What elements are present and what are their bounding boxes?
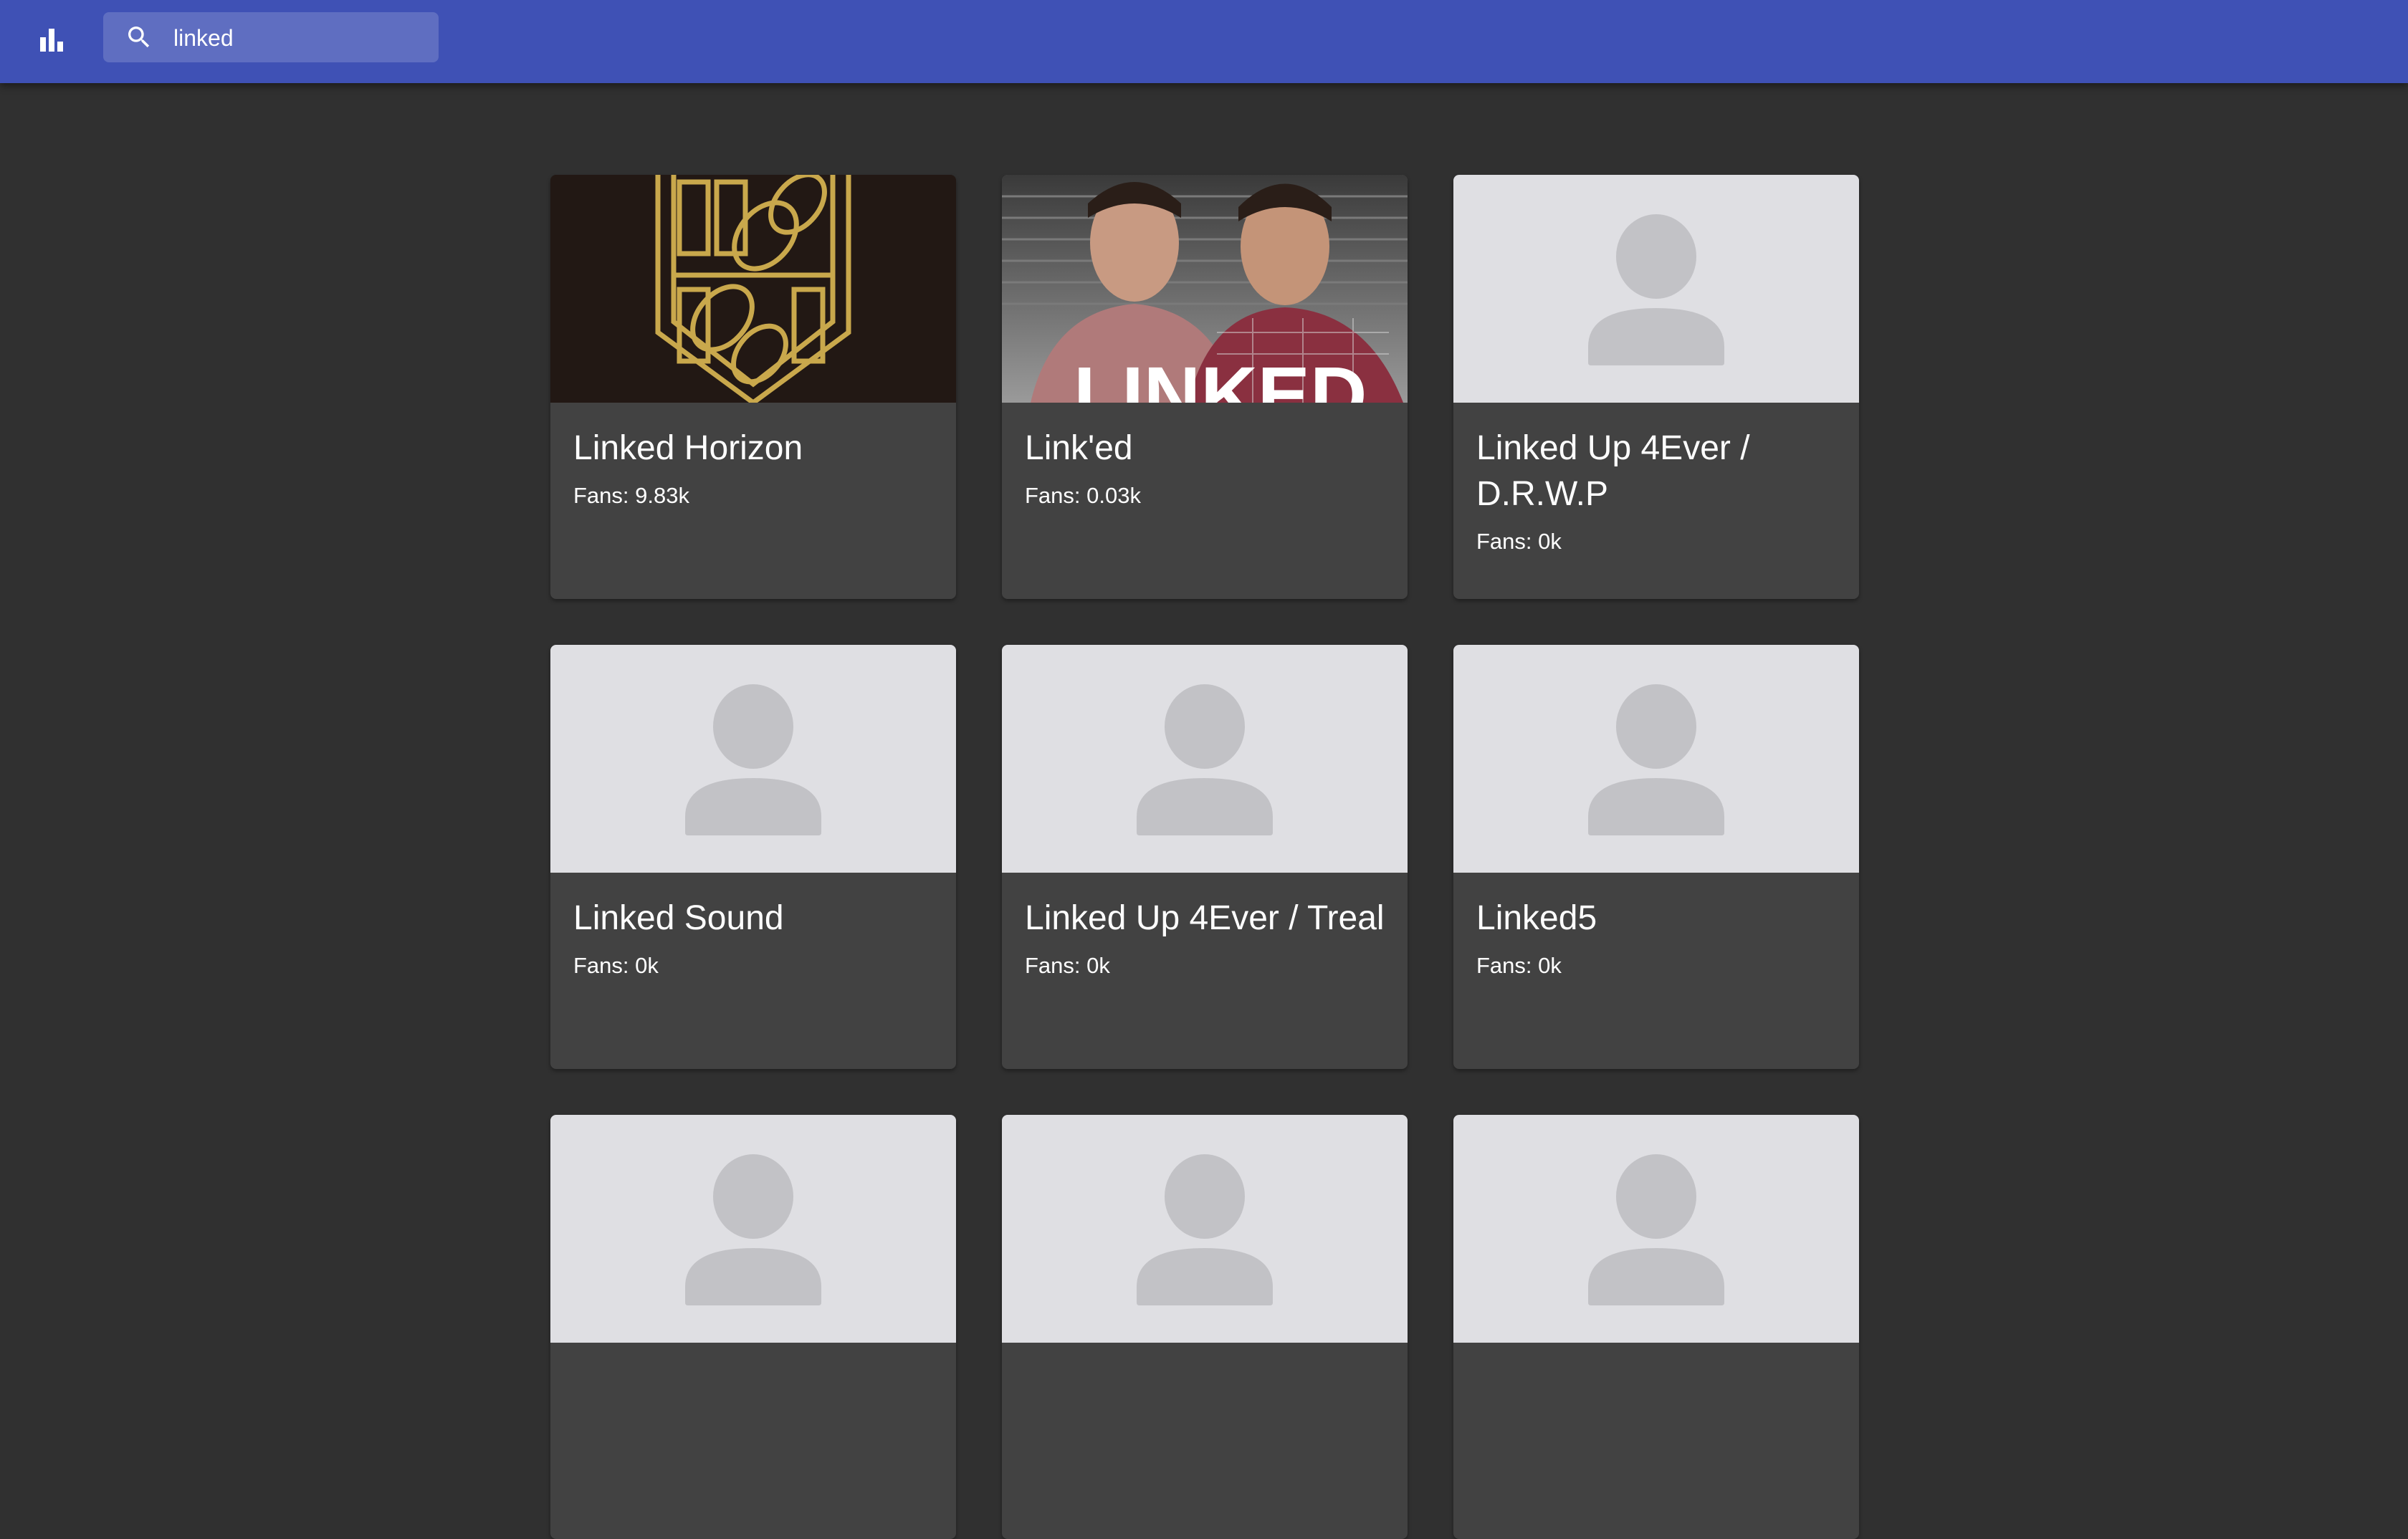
artist-fans: Fans: 0.03k bbox=[1025, 483, 1141, 508]
person-placeholder-icon bbox=[1137, 684, 1273, 835]
artist-name: Link'ed bbox=[1025, 429, 1133, 467]
artist-card[interactable]: LINKED Link'ed Fans: 0.03k bbox=[1002, 175, 1408, 599]
person-placeholder-icon bbox=[1588, 1154, 1724, 1305]
artist-image bbox=[550, 1115, 956, 1343]
person-placeholder-icon bbox=[1137, 1154, 1273, 1305]
results-grid: Linked Horizon Fans: 9.83k LINKED Link'e… bbox=[550, 175, 1859, 1539]
search-box[interactable] bbox=[103, 12, 439, 62]
svg-text:LINKED: LINKED bbox=[1074, 351, 1367, 403]
artist-fans: Fans: 0k bbox=[1476, 953, 1562, 978]
artist-card[interactable]: Linked Up 4Ever / D.R.W.P Fans: 0k bbox=[1453, 175, 1859, 599]
person-placeholder-icon bbox=[685, 684, 821, 835]
artist-card[interactable]: Linked Horizon Fans: 9.83k bbox=[550, 175, 956, 599]
artist-name: Linked Horizon bbox=[573, 429, 803, 467]
artist-name: Linked Sound bbox=[573, 899, 784, 937]
artist-fans: Fans: 0k bbox=[1025, 953, 1110, 978]
artist-fans: Fans: 0k bbox=[573, 953, 659, 978]
search-input[interactable] bbox=[172, 19, 426, 57]
artist-card[interactable]: Linked Up 4Ever / Treal Fans: 0k bbox=[1002, 645, 1408, 1069]
artist-image bbox=[1002, 1115, 1408, 1343]
search-icon bbox=[128, 27, 150, 48]
app-bar bbox=[0, 0, 2408, 83]
artist-card[interactable] bbox=[550, 1115, 956, 1539]
artist-name: Linked Up 4Ever / D.R.W.P bbox=[1476, 429, 1750, 513]
person-placeholder-icon bbox=[685, 1154, 821, 1305]
artist-image bbox=[1002, 645, 1408, 873]
artist-card[interactable] bbox=[1453, 1115, 1859, 1539]
artist-image: LINKED bbox=[1002, 175, 1408, 403]
artist-image bbox=[1453, 645, 1859, 873]
bar-chart-icon[interactable] bbox=[32, 20, 72, 60]
artist-image bbox=[550, 645, 956, 873]
artist-fans: Fans: 9.83k bbox=[573, 483, 689, 508]
artist-fans: Fans: 0k bbox=[1476, 529, 1562, 554]
artist-card[interactable] bbox=[1002, 1115, 1408, 1539]
artist-image bbox=[550, 175, 956, 403]
artist-image bbox=[1453, 175, 1859, 403]
artist-name: Linked Up 4Ever / Treal bbox=[1025, 899, 1385, 937]
person-placeholder-icon bbox=[1588, 684, 1724, 835]
artist-name: Linked5 bbox=[1476, 899, 1597, 937]
artist-card[interactable]: Linked Sound Fans: 0k bbox=[550, 645, 956, 1069]
person-placeholder-icon bbox=[1588, 214, 1724, 365]
artist-image bbox=[1453, 1115, 1859, 1343]
artist-card[interactable]: Linked5 Fans: 0k bbox=[1453, 645, 1859, 1069]
